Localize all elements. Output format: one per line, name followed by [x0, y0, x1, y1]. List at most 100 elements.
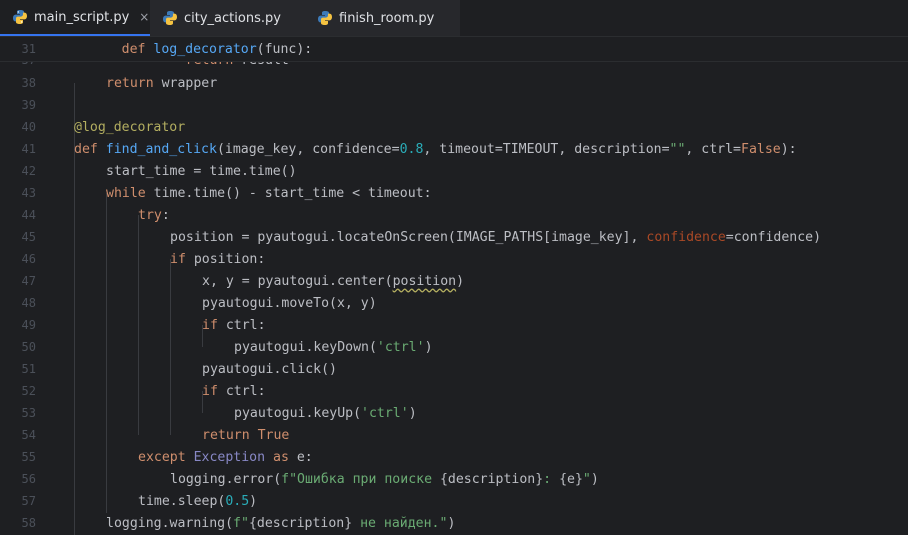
code-token: logging.error(	[170, 471, 282, 487]
code-token: )	[590, 471, 599, 487]
code-line: 54 return True	[0, 424, 908, 446]
code-token: f"Ошибка при поиске	[281, 471, 440, 487]
code-token: {description}	[248, 515, 353, 531]
code-token: )	[249, 493, 258, 509]
line-number: 50	[21, 340, 36, 354]
code-token: as	[273, 449, 289, 465]
code-token: :	[161, 207, 170, 223]
code-token: 'ctrl'	[361, 405, 409, 421]
code-token: @log_decorator	[74, 119, 186, 135]
line-number: 55	[21, 450, 36, 464]
code-line: 45 position = pyautogui.locateOnScreen(I…	[0, 226, 908, 248]
code-token: 0.8	[399, 141, 424, 157]
code-token: )	[456, 273, 465, 289]
code-token: position:	[185, 251, 266, 267]
line-number: 39	[21, 98, 36, 112]
code-token: pyautogui.keyDown(	[234, 339, 377, 355]
code-token: except	[138, 449, 186, 465]
code-line: 51 pyautogui.click()	[0, 358, 908, 380]
code-token: :	[543, 471, 560, 487]
code-token: find_and_click	[105, 141, 217, 157]
line-number: 48	[21, 296, 36, 310]
code-token: position = pyautogui.locateOnScreen(IMAG…	[170, 229, 647, 245]
python-file-icon	[12, 9, 28, 25]
code-token: ):	[780, 141, 797, 157]
code-line: 49 if ctrl:	[0, 314, 908, 336]
code-token: x, y = pyautogui.center(	[202, 273, 393, 289]
code-token: confidence	[646, 229, 726, 245]
code-token: pyautogui.click()	[202, 361, 337, 377]
code-token: не найден."	[352, 515, 448, 531]
code-token: def	[121, 41, 146, 57]
line-number: 38	[21, 76, 36, 90]
code-token: )	[424, 339, 433, 355]
code-token: =confidence)	[725, 229, 822, 245]
code-token: logging.warning(	[106, 515, 234, 531]
code-token: "	[582, 471, 591, 487]
code-token: start_time = time.time()	[106, 163, 297, 179]
code-token: if	[202, 383, 218, 399]
tab-finish-room[interactable]: finish_room.py	[305, 0, 460, 36]
code-token: {description}	[439, 471, 544, 487]
sticky-scroll-line[interactable]: 31 def log_decorator(func):	[0, 37, 908, 62]
line-number: 47	[21, 274, 36, 288]
code-token: ctrl:	[217, 317, 266, 333]
line-number: 31	[21, 42, 36, 56]
line-number: 57	[21, 494, 36, 508]
line-number: 41	[21, 142, 36, 156]
code-line: 41 def find_and_click(image_key, confide…	[0, 138, 908, 160]
line-number: 54	[21, 428, 36, 442]
tab-label: main_script.py	[34, 9, 130, 25]
code-editor[interactable]: 37 return result 31 def log_decorator(fu…	[0, 37, 908, 535]
code-token: while	[106, 185, 146, 201]
code-line: 44 try:	[0, 204, 908, 226]
code-token: time.sleep(	[138, 493, 226, 509]
code-line: 52 if ctrl:	[0, 380, 908, 402]
code-line: 50 pyautogui.keyDown('ctrl')	[0, 336, 908, 358]
code-line: 57 time.sleep(0.5)	[0, 490, 908, 512]
line-number: 58	[21, 516, 36, 530]
code-token: try	[138, 207, 162, 223]
code-line: 56 logging.error(f"Ошибка при поиске {de…	[0, 468, 908, 490]
code-token: ""	[669, 141, 686, 157]
code-token: (image_key, confidence=	[216, 141, 400, 157]
line-number: 43	[21, 186, 36, 200]
code-token: if	[170, 251, 186, 267]
line-number: 46	[21, 252, 36, 266]
line-number: 51	[21, 362, 36, 376]
code-token: )	[408, 405, 417, 421]
close-tab-icon[interactable]: ×	[139, 10, 149, 24]
code-token: log_decorator	[153, 41, 257, 57]
code-line: 55 except Exception as e:	[0, 446, 908, 468]
code-line: 38 return wrapper	[0, 72, 908, 94]
code-line: 39	[0, 94, 908, 116]
line-number: 45	[21, 230, 36, 244]
code-token: (func):	[256, 41, 313, 57]
code-token: {e}	[559, 471, 583, 487]
line-number: 53	[21, 406, 36, 420]
code-token: ctrl:	[217, 383, 266, 399]
code-token: True	[257, 427, 290, 443]
python-file-icon	[317, 10, 333, 26]
code-line: 53 pyautogui.keyUp('ctrl')	[0, 402, 908, 424]
code-token: pyautogui.keyUp(	[234, 405, 362, 421]
code-token-warning[interactable]: position	[393, 274, 457, 289]
line-number: 52	[21, 384, 36, 398]
code-token: Exception	[193, 449, 266, 465]
line-number: 56	[21, 472, 36, 486]
code-token: wrapper	[161, 75, 218, 91]
code-token: e:	[288, 449, 313, 465]
tab-label: city_actions.py	[184, 10, 281, 26]
line-number: 42	[21, 164, 36, 178]
code-token: if	[202, 317, 218, 333]
code-line: 46 if position:	[0, 248, 908, 270]
code-token: 'ctrl'	[376, 339, 425, 355]
code-token: 0.5	[225, 493, 250, 509]
code-token: f"	[233, 515, 249, 531]
code-line: 58 logging.warning(f"{description} не на…	[0, 512, 908, 534]
code-line: 48 pyautogui.moveTo(x, y)	[0, 292, 908, 314]
code-line: 40 @log_decorator	[0, 116, 908, 138]
tab-label: finish_room.py	[339, 10, 435, 26]
code-token: , ctrl=	[685, 141, 741, 157]
line-number: 49	[21, 318, 36, 332]
